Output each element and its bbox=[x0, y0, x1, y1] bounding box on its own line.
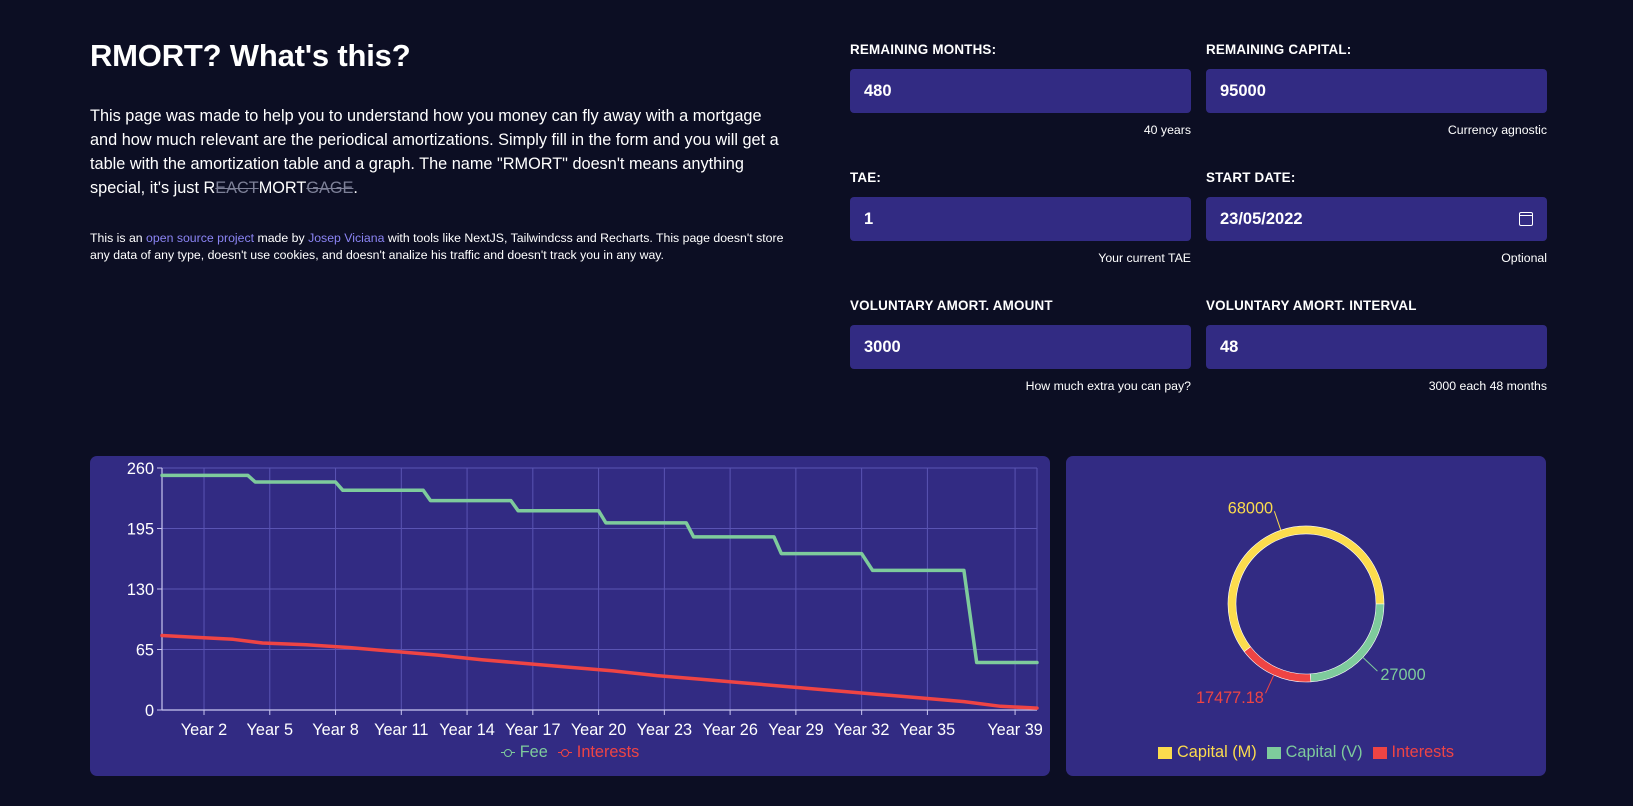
remaining-months-hint: 40 years bbox=[1143, 123, 1191, 137]
remaining-capital-hint: Currency agnostic bbox=[1447, 123, 1547, 137]
intro-text: This page was made to help you to unders… bbox=[90, 107, 779, 197]
x-tick-label: Year 8 bbox=[312, 721, 358, 739]
pie-slice-interests[interactable] bbox=[1243, 646, 1312, 683]
legend-item-capital-v[interactable]: Capital (V) bbox=[1266, 743, 1363, 762]
x-tick-label: Year 11 bbox=[374, 721, 428, 739]
legend-item-fee[interactable]: Fee bbox=[500, 743, 548, 762]
intro-section: RMORT? What's this? This page was made t… bbox=[90, 38, 790, 263]
x-tick-label: Year 23 bbox=[637, 721, 693, 739]
pie-chart-card: 68000 17477.18 27000 Capital (M) Capital (… bbox=[1066, 456, 1546, 776]
series-line-fee[interactable] bbox=[160, 473, 1039, 665]
x-tick-label: Year 17 bbox=[505, 721, 561, 739]
series-line-interests[interactable] bbox=[160, 633, 1039, 710]
line-chart-legend: Fee Interests bbox=[90, 743, 1050, 762]
intro-paragraph: This page was made to help you to unders… bbox=[90, 104, 790, 200]
x-tick-label: Year 14 bbox=[439, 721, 495, 739]
legend-item-capital-m[interactable]: Capital (M) bbox=[1158, 743, 1257, 762]
author-link[interactable]: Josep Viciana bbox=[308, 231, 384, 245]
remaining-capital-field: REMAINING CAPITAL: Currency agnostic bbox=[1206, 42, 1547, 137]
x-tick-label: Year 35 bbox=[900, 721, 956, 739]
legend-interests-label: Interests bbox=[576, 743, 640, 761]
name-r: R bbox=[203, 179, 216, 197]
pie-label: 17477.18 bbox=[1196, 689, 1264, 707]
pie-leader-line bbox=[1273, 511, 1282, 531]
name-eact: EACT bbox=[215, 179, 259, 197]
legend-interests-icon bbox=[557, 748, 572, 758]
x-tick-label: Year 32 bbox=[834, 721, 890, 739]
x-tick-label: Year 26 bbox=[702, 721, 758, 739]
tae-hint: Your current TAE bbox=[1098, 251, 1191, 265]
legend-capital-v-swatch bbox=[1266, 746, 1281, 759]
calendar-icon[interactable] bbox=[1518, 212, 1533, 226]
pie-chart: 68000 17477.18 27000 bbox=[1196, 499, 1426, 707]
x-tick-label: Year 29 bbox=[768, 721, 824, 739]
amort-interval-field: VOLUNTARY AMORT. INTERVAL 3000 each 48 m… bbox=[1206, 298, 1547, 393]
pie-chart-legend: Capital (M) Capital (V) Interests bbox=[1066, 743, 1546, 762]
legend-item-interests[interactable]: Interests bbox=[1372, 743, 1454, 762]
amort-amount-box[interactable] bbox=[850, 325, 1191, 369]
y-tick-label: 195 bbox=[127, 521, 154, 539]
legend-capital-v-label: Capital (V) bbox=[1285, 743, 1363, 761]
y-tick-label: 65 bbox=[136, 642, 154, 660]
remaining-months-box[interactable] bbox=[850, 69, 1191, 113]
pie-label: 27000 bbox=[1380, 666, 1425, 684]
remaining-capital-label: REMAINING CAPITAL: bbox=[1206, 42, 1352, 57]
legend-fee-icon bbox=[500, 748, 515, 758]
pie-leader-line bbox=[1362, 657, 1378, 672]
y-tick-label: 130 bbox=[127, 581, 154, 599]
y-tick-label: 0 bbox=[145, 702, 154, 720]
amort-interval-hint: 3000 each 48 months bbox=[1428, 379, 1547, 393]
y-tick-label: 260 bbox=[127, 460, 154, 478]
start-date-input[interactable] bbox=[1220, 209, 1519, 229]
tae-label: TAE: bbox=[850, 170, 882, 185]
x-tick-label: Year 2 bbox=[181, 721, 227, 739]
amort-amount-field: VOLUNTARY AMORT. AMOUNT How much extra y… bbox=[850, 298, 1191, 393]
about-paragraph: This is an open source project made by J… bbox=[90, 230, 790, 263]
start-date-field: START DATE: Optional bbox=[1206, 170, 1547, 265]
pie-leader-line bbox=[1265, 674, 1275, 694]
pie-slice-capital-m[interactable] bbox=[1227, 525, 1385, 653]
x-tick-label: Year 5 bbox=[247, 721, 293, 739]
legend-capital-m-swatch bbox=[1158, 746, 1172, 759]
name-gage: GAGE bbox=[306, 179, 354, 197]
line-chart: 0 65 130 195 260 Year 2 Year 5 Year 8 Year 11 Yea… bbox=[127, 460, 1043, 739]
about-text-2: made by bbox=[254, 231, 309, 245]
line-chart-card: 0 65 130 195 260 Year 2 Year 5 Year 8 Year 11 Yea… bbox=[90, 456, 1050, 776]
amort-interval-input[interactable] bbox=[1220, 337, 1533, 357]
start-date-box[interactable] bbox=[1206, 197, 1547, 241]
start-date-hint: Optional bbox=[1501, 251, 1547, 265]
amort-amount-label: VOLUNTARY AMORT. AMOUNT bbox=[850, 298, 1053, 313]
tae-input[interactable] bbox=[864, 209, 1177, 229]
remaining-capital-input[interactable] bbox=[1220, 81, 1533, 101]
legend-fee-label: Fee bbox=[519, 743, 548, 761]
x-tick-label: Year 20 bbox=[571, 721, 627, 739]
amort-interval-box[interactable] bbox=[1206, 325, 1547, 369]
open-source-link[interactable]: open source project bbox=[146, 231, 254, 245]
pie-slice-capital-v[interactable] bbox=[1310, 603, 1385, 683]
page-title: RMORT? What's this? bbox=[90, 38, 411, 73]
tae-field: TAE: Your current TAE bbox=[850, 170, 1191, 265]
name-end: . bbox=[353, 179, 358, 197]
tae-box[interactable] bbox=[850, 197, 1191, 241]
name-mort: MORT bbox=[258, 179, 307, 197]
amort-amount-input[interactable] bbox=[864, 337, 1177, 357]
start-date-label: START DATE: bbox=[1206, 170, 1296, 185]
remaining-capital-box[interactable] bbox=[1206, 69, 1547, 113]
legend-item-interests[interactable]: Interests bbox=[557, 743, 640, 762]
remaining-months-field: REMAINING MONTHS: 40 years bbox=[850, 42, 1191, 137]
pie-label: 68000 bbox=[1228, 499, 1273, 517]
x-tick-label: Year 39 bbox=[987, 721, 1043, 739]
legend-interests-label: Interests bbox=[1391, 743, 1454, 761]
legend-capital-m-label: Capital (M) bbox=[1177, 743, 1257, 761]
remaining-months-label: REMAINING MONTHS: bbox=[850, 42, 997, 57]
amort-amount-hint: How much extra you can pay? bbox=[1025, 379, 1191, 393]
legend-interests-swatch bbox=[1372, 746, 1387, 759]
amort-interval-label: VOLUNTARY AMORT. INTERVAL bbox=[1206, 298, 1417, 313]
remaining-months-input[interactable] bbox=[864, 81, 1177, 101]
about-text-1: This is an bbox=[90, 231, 147, 245]
